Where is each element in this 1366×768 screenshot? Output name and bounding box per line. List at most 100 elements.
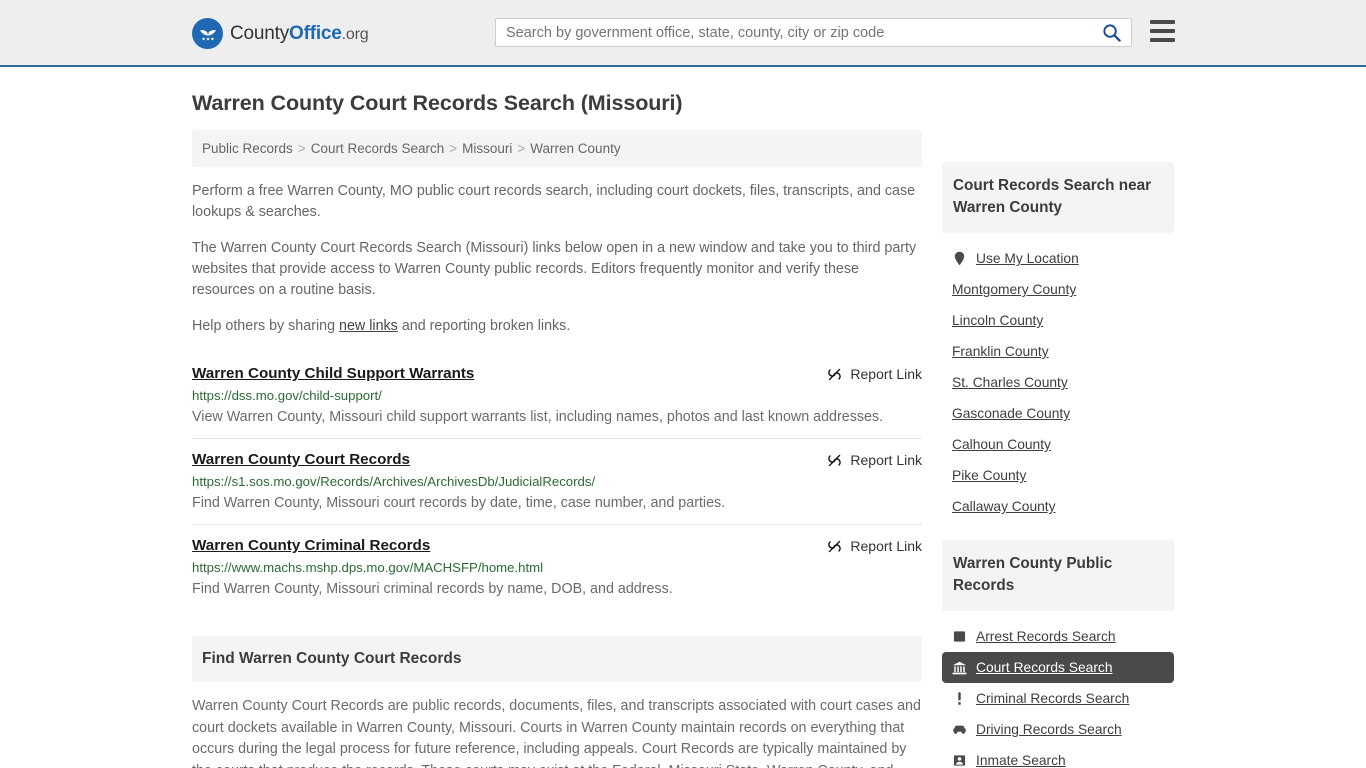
sidebar-item-st-charles-county[interactable]: St. Charles County	[942, 367, 1174, 398]
resource-link-url: https://dss.mo.gov/child-support/	[192, 388, 382, 403]
breadcrumb-item-public-records[interactable]: Public Records	[202, 141, 293, 156]
resource-link-description: Find Warren County, Missouri court recor…	[192, 495, 726, 511]
sidebar-link-label[interactable]: Gasconade County	[952, 406, 1070, 421]
resource-link-item: Warren County Child Support Warrants Rep…	[192, 353, 922, 438]
share-text-after: and reporting broken links.	[397, 318, 571, 334]
sidebar-link-label[interactable]: Calhoun County	[952, 437, 1051, 452]
sidebar-public-heading: Warren County Public Records	[942, 540, 1174, 611]
sidebar-link-label[interactable]: Pike County	[952, 468, 1026, 483]
report-link-button[interactable]: Report Link	[827, 451, 922, 468]
resource-link-item: Warren County Criminal Records Report Li…	[192, 524, 922, 610]
breadcrumb: Public Records > Court Records Search > Miss…	[192, 130, 922, 167]
sidebar-near-list: Use My Location Montgomery County Lincol…	[942, 233, 1174, 522]
sidebar-link-label[interactable]: Inmate Search	[976, 753, 1066, 768]
resource-link-item: Warren County Court Records Report Link …	[192, 438, 922, 524]
sidebar-link-label[interactable]: Franklin County	[952, 344, 1049, 359]
report-link-button[interactable]: Report Link	[827, 537, 922, 554]
breadcrumb-separator: >	[297, 141, 306, 156]
page-title: Warren County Court Records Search (Miss…	[192, 91, 683, 115]
sidebar-item-calhoun-county[interactable]: Calhoun County	[942, 429, 1174, 460]
report-link-label: Report Link	[850, 538, 922, 554]
sidebar-item-arrest-records-search[interactable]: Arrest Records Search	[942, 621, 1174, 652]
resource-link-title[interactable]: Warren County Court Records	[192, 451, 410, 468]
site-header: CountyOffice.org	[0, 0, 1366, 67]
intro-paragraph-3: Help others by sharing new links and rep…	[192, 316, 922, 337]
eagle-seal-icon	[192, 18, 223, 49]
car-icon	[952, 722, 967, 737]
sidebar-public-list: Arrest Records Search Court Records Sear…	[942, 611, 1174, 768]
hamburger-menu-icon[interactable]	[1150, 20, 1175, 42]
resource-link-title[interactable]: Warren County Child Support Warrants	[192, 365, 474, 382]
resource-link-url: https://www.machs.mshp.dps.mo.gov/MACHSF…	[192, 560, 544, 575]
sidebar-item-lincoln-county[interactable]: Lincoln County	[942, 305, 1174, 336]
map-pin-icon	[952, 251, 967, 266]
site-logo[interactable]: CountyOffice.org	[192, 18, 369, 49]
sidebar-link-label[interactable]: Arrest Records Search	[976, 629, 1116, 644]
new-links-link[interactable]: new links	[339, 318, 398, 334]
report-link-label: Report Link	[850, 452, 922, 468]
main-column: Public Records > Court Records Search > Miss…	[192, 130, 922, 768]
sidebar-link-label[interactable]: Driving Records Search	[976, 722, 1122, 737]
search-input[interactable]	[496, 19, 1098, 46]
sidebar-item-pike-county[interactable]: Pike County	[942, 460, 1174, 491]
find-records-body: Warren County Court Records are public r…	[192, 698, 921, 768]
exclamation-icon	[952, 691, 967, 706]
breadcrumb-separator: >	[449, 141, 458, 156]
sidebar-item-gasconade-county[interactable]: Gasconade County	[942, 398, 1174, 429]
sidebar-public-records-box: Warren County Public Records Arrest Reco…	[942, 540, 1174, 768]
page-container: Warren County Court Records Search (Miss…	[0, 91, 1366, 768]
report-link-button[interactable]: Report Link	[827, 365, 922, 382]
sidebar-link-label[interactable]: Criminal Records Search	[976, 691, 1129, 706]
find-records-heading: Find Warren County Court Records	[192, 636, 922, 682]
sidebar-item-driving-records-search[interactable]: Driving Records Search	[942, 714, 1174, 745]
search-button[interactable]	[1098, 19, 1131, 46]
inmate-icon	[952, 753, 967, 768]
sidebar: Court Records Search near Warren County …	[942, 130, 1174, 768]
sidebar-link-label[interactable]: Montgomery County	[952, 282, 1076, 297]
breadcrumb-item-court-records-search[interactable]: Court Records Search	[311, 141, 445, 156]
resource-link-row: Warren County Criminal Records Report Li…	[192, 537, 922, 554]
sidebar-item-court-records-search[interactable]: Court Records Search	[942, 652, 1174, 683]
resource-link-list: Warren County Child Support Warrants Rep…	[192, 353, 922, 610]
sidebar-link-label[interactable]: St. Charles County	[952, 375, 1068, 390]
sidebar-link-label[interactable]: Lincoln County	[952, 313, 1043, 328]
resource-link-row: Warren County Court Records Report Link	[192, 451, 922, 468]
content-row: Public Records > Court Records Search > Miss…	[192, 130, 1174, 768]
sidebar-item-montgomery-county[interactable]: Montgomery County	[942, 274, 1174, 305]
sidebar-link-label[interactable]: Court Records Search	[976, 660, 1113, 675]
breadcrumb-item-warren-county[interactable]: Warren County	[530, 141, 620, 156]
broken-link-icon	[828, 368, 842, 380]
sidebar-item-callaway-county[interactable]: Callaway County	[942, 491, 1174, 522]
sidebar-item-criminal-records-search[interactable]: Criminal Records Search	[942, 683, 1174, 714]
logo-text-county: County	[230, 22, 290, 44]
breadcrumb-item-missouri[interactable]: Missouri	[462, 141, 512, 156]
resource-link-description: Find Warren County, Missouri criminal re…	[192, 581, 673, 597]
share-text-before: Help others by sharing	[192, 318, 340, 334]
logo-text: CountyOffice.org	[230, 22, 369, 45]
logo-text-org: .org	[341, 25, 369, 43]
broken-link-icon	[828, 540, 842, 552]
courthouse-icon	[952, 660, 967, 675]
search-icon	[1103, 24, 1121, 42]
fingerprint-icon	[952, 629, 967, 644]
sidebar-near-box: Court Records Search near Warren County …	[942, 162, 1174, 522]
sidebar-link-label[interactable]: Use My Location	[976, 251, 1079, 266]
logo-text-office: Office	[289, 22, 342, 44]
sidebar-item-inmate-search[interactable]: Inmate Search	[942, 745, 1174, 768]
resource-link-description: View Warren County, Missouri child suppo…	[192, 409, 884, 425]
resource-link-url: https://s1.sos.mo.gov/Records/Archives/A…	[192, 474, 596, 489]
intro-paragraph-1: Perform a free Warren County, MO public …	[192, 183, 916, 220]
hamburger-bar	[1150, 20, 1175, 24]
intro-paragraph-2: The Warren County Court Records Search (…	[192, 240, 917, 298]
hamburger-bar	[1150, 38, 1175, 42]
resource-link-row: Warren County Child Support Warrants Rep…	[192, 365, 922, 382]
sidebar-near-heading: Court Records Search near Warren County	[942, 162, 1174, 233]
sidebar-item-franklin-county[interactable]: Franklin County	[942, 336, 1174, 367]
sidebar-item-use-my-location[interactable]: Use My Location	[942, 243, 1174, 274]
report-link-label: Report Link	[850, 366, 922, 382]
search-bar[interactable]	[495, 18, 1132, 47]
breadcrumb-separator: >	[517, 141, 526, 156]
broken-link-icon	[828, 454, 842, 466]
resource-link-title[interactable]: Warren County Criminal Records	[192, 537, 430, 554]
sidebar-link-label[interactable]: Callaway County	[952, 499, 1056, 514]
